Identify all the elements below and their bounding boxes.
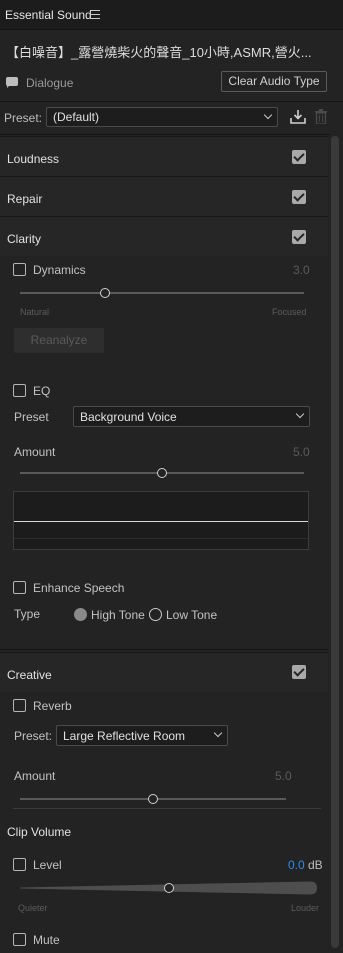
level-checkbox[interactable]	[13, 858, 26, 871]
scrollbar-thumb[interactable]	[331, 136, 339, 948]
mute-checkbox[interactable]	[13, 933, 26, 946]
section-loudness[interactable]: Loudness	[0, 136, 328, 176]
divider	[0, 649, 328, 650]
low-tone-label: Low Tone	[166, 608, 218, 622]
clear-audio-type-button[interactable]: Clear Audio Type	[221, 71, 327, 92]
audio-type-label: Dialogue	[26, 76, 74, 90]
preset-dropdown[interactable]: (Default)	[46, 107, 278, 127]
reanalyze-button[interactable]: Reanalyze	[14, 328, 104, 353]
divider	[0, 101, 343, 102]
reverb-preset-dropdown[interactable]: Large Reflective Room	[56, 725, 228, 746]
chevron-down-icon	[295, 409, 305, 419]
reverb-label: Reverb	[33, 699, 72, 713]
enhance-speech-label: Enhance Speech	[33, 581, 125, 595]
reverb-amount-slider-handle[interactable]	[148, 794, 158, 804]
dynamics-min-label: Natural	[20, 307, 50, 317]
eq-amount-label: Amount	[14, 445, 56, 459]
reverb-amount-value: 5.0	[275, 769, 292, 783]
eq-baseline	[14, 538, 308, 539]
section-repair[interactable]: Repair	[0, 176, 328, 216]
section-title: Creative	[7, 668, 52, 682]
creative-checkbox[interactable]	[292, 665, 306, 679]
eq-curve-line	[14, 521, 308, 522]
clarity-checkbox[interactable]	[292, 230, 306, 244]
loudness-checkbox[interactable]	[292, 150, 306, 164]
preset-value: (Default)	[53, 110, 100, 124]
clip-name: 【白噪音】_露營燒柴火的聲音_10小時,ASMR,營火...	[6, 45, 312, 60]
level-slider-handle[interactable]	[163, 883, 174, 893]
section-title: Loudness	[7, 152, 60, 166]
level-label: Level	[33, 858, 62, 872]
hamburger-menu-icon[interactable]	[90, 10, 100, 19]
divider	[0, 134, 330, 135]
eq-amount-slider-handle[interactable]	[157, 468, 167, 478]
save-preset-icon[interactable]	[290, 110, 306, 124]
delete-preset-icon[interactable]	[315, 109, 327, 124]
level-max-label: Louder	[291, 903, 320, 913]
reverb-amount-label: Amount	[14, 769, 56, 783]
eq-checkbox[interactable]	[13, 384, 26, 397]
preset-label: Preset:	[4, 111, 43, 125]
eq-preset-dropdown[interactable]: Background Voice	[73, 406, 310, 427]
eq-preset-label: Preset	[14, 410, 49, 424]
chevron-down-icon	[213, 728, 223, 738]
low-tone-radio[interactable]	[149, 608, 162, 621]
section-creative[interactable]: Creative	[0, 652, 328, 692]
enhance-speech-checkbox[interactable]	[13, 581, 26, 594]
level-value[interactable]: 0.0	[288, 858, 305, 872]
high-tone-label: High Tone	[91, 608, 145, 622]
dynamics-slider-track[interactable]	[20, 292, 304, 294]
dynamics-checkbox[interactable]	[13, 263, 26, 276]
clip-volume-title: Clip Volume	[7, 825, 72, 839]
section-clarity[interactable]: Clarity	[0, 216, 328, 256]
speech-bubble-icon	[6, 77, 18, 88]
reverb-preset-value: Large Reflective Room	[63, 729, 186, 743]
eq-curve-display[interactable]	[13, 491, 309, 550]
high-tone-radio[interactable]	[74, 608, 87, 621]
level-min-label: Quieter	[18, 903, 48, 913]
eq-preset-value: Background Voice	[80, 410, 177, 424]
dynamics-slider-handle[interactable]	[100, 288, 111, 298]
section-title: Clarity	[7, 232, 42, 246]
dynamics-max-label: Focused	[272, 307, 307, 317]
chevron-down-icon	[263, 110, 273, 120]
divider	[13, 808, 321, 809]
dynamics-label: Dynamics	[33, 263, 86, 277]
enhance-speech-type-label: Type	[14, 607, 41, 621]
dynamics-value: 3.0	[293, 263, 310, 277]
mute-label: Mute	[33, 933, 60, 947]
level-unit: dB	[308, 858, 323, 872]
eq-label: EQ	[33, 384, 51, 398]
panel-title: Essential Sound	[5, 8, 92, 22]
eq-amount-value: 5.0	[293, 445, 310, 459]
panel-header: Essential Sound	[0, 0, 343, 30]
reverb-preset-label: Preset:	[14, 729, 53, 743]
section-title: Repair	[7, 192, 43, 206]
reverb-checkbox[interactable]	[13, 699, 26, 712]
repair-checkbox[interactable]	[292, 190, 306, 204]
